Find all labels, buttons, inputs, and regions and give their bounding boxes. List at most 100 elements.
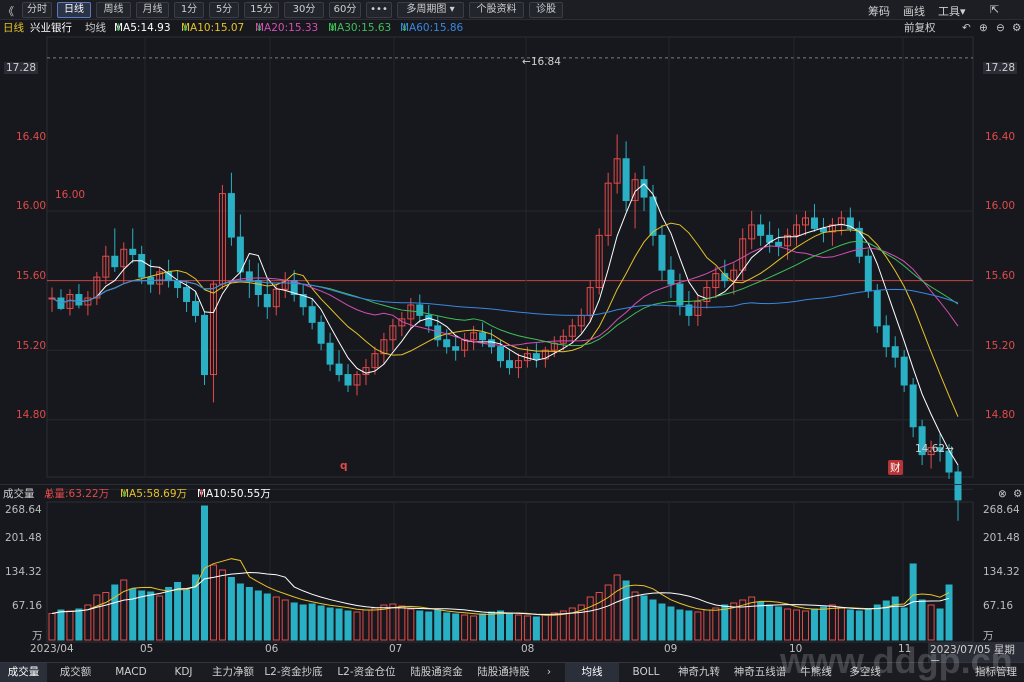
indicator-tab-7[interactable]: 陆股通资金 xyxy=(405,663,468,682)
volume-bar xyxy=(694,611,702,641)
candle-body xyxy=(254,280,262,296)
volume-bar xyxy=(855,610,863,641)
q-marker[interactable]: q xyxy=(340,460,348,472)
overlay-tab-1[interactable]: BOLL xyxy=(622,663,670,682)
date-label: 05 xyxy=(140,643,154,655)
volume-bar xyxy=(873,604,881,641)
candle-body xyxy=(452,346,460,351)
volume-bar xyxy=(75,608,83,641)
high-price-annotation: ←16.84 xyxy=(522,56,561,68)
volume-bar xyxy=(66,610,74,641)
volume-bar xyxy=(183,589,191,641)
candle-body xyxy=(344,374,352,386)
scroll-right-icon[interactable]: › xyxy=(540,663,558,682)
volume-bar xyxy=(900,607,908,641)
volume-bar xyxy=(730,602,738,641)
candle-body xyxy=(909,384,917,428)
settings-icon[interactable]: ⚙ xyxy=(1013,485,1022,503)
indicator-tab-5[interactable]: L2-资金抄底 xyxy=(259,663,328,682)
volume-bar xyxy=(299,604,307,641)
volume-bar xyxy=(416,610,424,641)
volume-bar xyxy=(649,599,657,641)
indicator-tab-1[interactable]: 成交额 xyxy=(49,663,102,682)
volume-bar xyxy=(622,580,630,641)
price-label: 15.20 xyxy=(985,340,1016,352)
candle-body xyxy=(245,271,253,282)
price-panel-frame xyxy=(46,36,974,478)
ma5-line xyxy=(51,183,959,466)
volume-bar xyxy=(93,594,101,641)
volume-bar xyxy=(497,610,505,641)
price-label: 16.40 xyxy=(985,131,1016,143)
candle-body xyxy=(505,360,513,369)
volume-bar xyxy=(57,609,65,641)
candle-body xyxy=(532,353,540,360)
volume-bar xyxy=(236,583,244,641)
volume-bar xyxy=(685,610,693,641)
volume-bar xyxy=(766,604,774,641)
date-label: 09 xyxy=(664,643,678,655)
reference-price-label: 16.00 xyxy=(55,189,86,201)
volume-bar xyxy=(147,591,155,641)
volume-bar xyxy=(281,599,289,641)
indicator-tab-3[interactable]: KDJ xyxy=(160,663,207,682)
volume-bar xyxy=(272,596,280,641)
candle-body xyxy=(488,339,496,348)
candle-body xyxy=(138,254,146,278)
indicator-tab-4[interactable]: 主力净额 xyxy=(209,663,257,682)
price-label: 14.80 xyxy=(985,409,1016,421)
volume-bar xyxy=(559,610,567,641)
candle-body xyxy=(640,179,648,198)
volume-bar xyxy=(479,613,487,641)
price-label: 15.20 xyxy=(16,340,47,352)
price-label: 16.00 xyxy=(16,200,47,212)
volume-bar xyxy=(290,602,298,641)
volume-bar xyxy=(541,614,549,641)
volume-bar xyxy=(631,591,639,641)
volume-bar xyxy=(676,609,684,641)
volume-bar xyxy=(263,593,271,641)
candle-body xyxy=(658,234,666,271)
ma10-line xyxy=(51,222,959,417)
candle-body xyxy=(810,217,818,229)
volume-bar xyxy=(488,611,496,641)
volume-bar xyxy=(802,610,810,641)
volume-bar xyxy=(452,613,460,641)
candle-body xyxy=(416,304,424,316)
volume-bar xyxy=(712,607,720,641)
stock-chart[interactable] xyxy=(0,0,1024,681)
candle-body xyxy=(873,290,881,327)
date-label: 08 xyxy=(521,643,535,655)
volume-bar xyxy=(667,606,675,641)
volume-bar xyxy=(864,608,872,641)
candle-body xyxy=(227,193,235,238)
indicator-tab-0[interactable]: 成交量 xyxy=(0,663,47,682)
volume-bar xyxy=(757,601,765,641)
volume-bar xyxy=(389,603,397,641)
finance-marker[interactable]: 财 xyxy=(888,460,903,475)
indicator-tab-8[interactable]: 陆股通持股 xyxy=(470,663,537,682)
overlay-tab-2[interactable]: 神奇九转 xyxy=(673,663,725,682)
volume-bar xyxy=(129,588,137,641)
price-label-top-right: 17.28 xyxy=(983,62,1018,74)
volume-bar xyxy=(165,587,173,641)
volume-bar xyxy=(407,608,415,641)
volume-bar xyxy=(398,605,406,641)
candle-body xyxy=(882,325,890,348)
indicator-tab-2[interactable]: MACD xyxy=(104,663,158,682)
volume-bar xyxy=(837,607,845,641)
candle-body xyxy=(649,196,657,236)
volume-bar xyxy=(523,615,531,641)
candle-body xyxy=(864,255,872,292)
volume-bar xyxy=(245,587,253,641)
candle-body xyxy=(891,346,899,358)
overlay-tab-0[interactable]: 均线 xyxy=(565,663,619,682)
volume-bar xyxy=(514,614,522,641)
volume-bar xyxy=(120,579,128,641)
close-panel-icon[interactable]: ⊗ xyxy=(998,485,1007,503)
volume-bar xyxy=(174,582,182,641)
volume-bar xyxy=(227,577,235,641)
volume-bar xyxy=(254,590,262,641)
volume-bar xyxy=(48,613,56,641)
indicator-tab-6[interactable]: L2-资金仓位 xyxy=(330,663,403,682)
